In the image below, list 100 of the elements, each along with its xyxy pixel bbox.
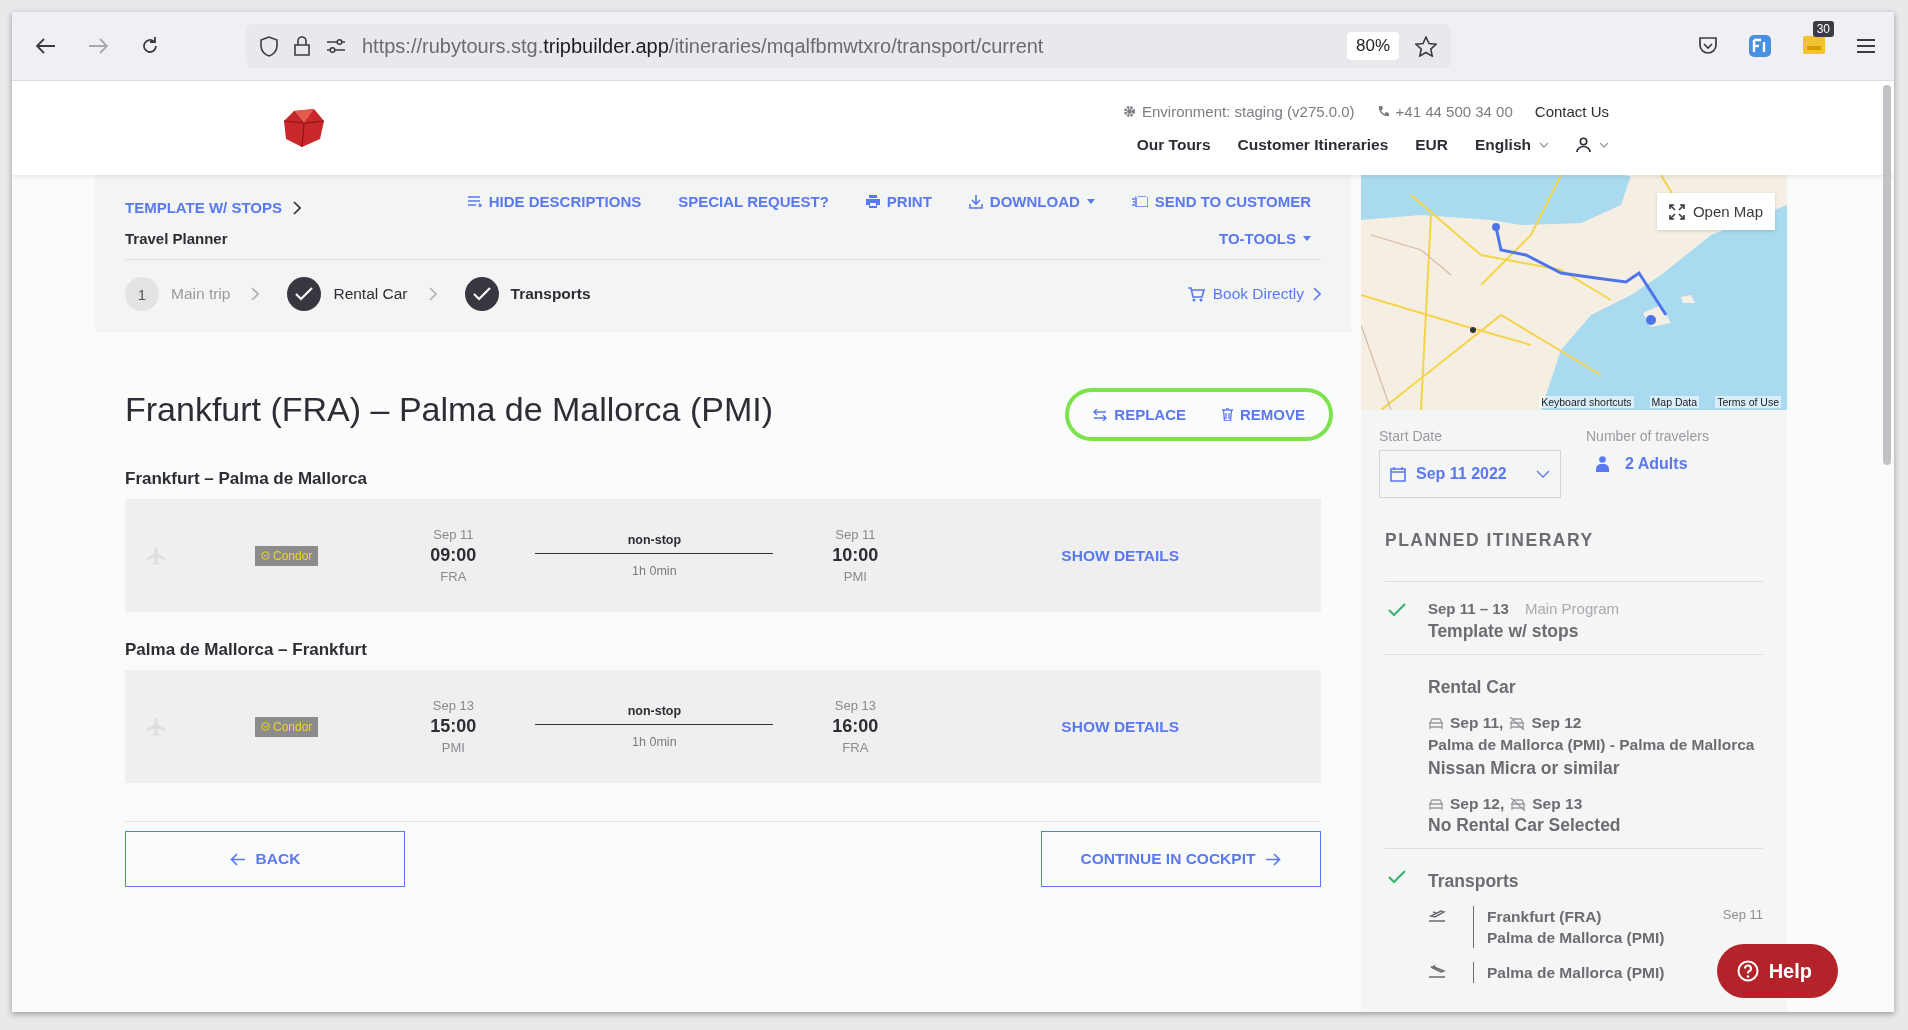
toolbar-button[interactable]: PRINT [865,193,932,210]
url-text: https://rubytours.stg.tripbuilder.app/itineraries/mqalfbmwtxro/transport/current [362,34,1045,58]
swap-icon [1093,408,1108,421]
nav-link[interactable]: Our Tours [1136,135,1211,154]
extension-icon[interactable] [1802,33,1826,55]
landing-icon [1428,964,1446,978]
wizard-step[interactable]: Transports [464,277,591,311]
pocket-icon[interactable] [1698,37,1718,55]
zoom-level[interactable]: 80% [1346,32,1399,60]
departure-airport: PMI [441,740,465,755]
chevron-down-icon [1539,141,1549,148]
departure-airport: FRA [440,569,467,584]
expand-icon [1668,203,1685,220]
check-icon [1387,869,1407,885]
cart-icon [1187,286,1205,302]
check-icon [471,286,492,302]
chevron-icon [250,287,260,301]
show-details-link[interactable]: SHOW DETAILS [1055,545,1186,566]
open-map-button[interactable]: Open Map [1656,193,1775,230]
account-menu[interactable] [1576,137,1609,152]
flight-origin: Frankfurt (FRA) [1487,907,1603,927]
chevron-icon [291,200,301,215]
menu-icon[interactable] [1856,38,1876,54]
stops-label: non-stop [627,704,682,720]
envelope-icon [1131,196,1148,207]
caret-icon [1303,236,1311,241]
scrollbar[interactable] [1883,85,1891,465]
takeoff-icon [1428,908,1446,922]
nav-link[interactable]: Customer Itineraries [1237,135,1389,154]
star-icon[interactable] [1415,35,1437,57]
toolbar-button[interactable]: DOWNLOAD [968,193,1095,210]
departure-time: 09:00 [430,545,477,566]
map-link[interactable]: Map Data [1649,396,1700,408]
book-directly-link[interactable]: Book Directly [1187,285,1321,303]
wizard-step[interactable]: Rental Car [287,277,408,311]
flight-destination: Palma de Mallorca (PMI) [1487,928,1665,948]
download-icon [968,194,983,209]
tools-dropdown[interactable]: TO-TOOLS [1219,230,1311,247]
transport-action-button[interactable]: REPLACE [1093,406,1186,423]
toolbar-button[interactable]: SPECIAL REQUEST? [678,193,829,210]
breadcrumb-link[interactable]: TEMPLATE W/ STOPS [125,199,301,216]
toolbar-button[interactable]: SEND TO CUSTOMER [1131,193,1311,210]
arrival-date: Sep 13 [834,698,876,713]
pickup-date: Sep 11, [1450,714,1504,732]
shield-icon [260,35,278,57]
show-details-link[interactable]: SHOW DETAILS [1055,716,1186,737]
airline-logo: Condor [255,716,319,737]
continue-button[interactable]: CONTINUE IN COCKPIT [1041,831,1321,887]
itinerary-heading: PLANNED ITINERARY [1385,530,1763,582]
rental-route: Palma de Mallorca (PMI) - Palma de Mallorca [1428,735,1756,755]
help-button[interactable]: Help [1716,944,1838,998]
dropoff-date: Sep 12 [1531,714,1582,732]
chevron-down-icon [1536,470,1550,478]
address-bar[interactable]: https://rubytours.stg.tripbuilder.app/itineraries/mqalfbmwtxro/transport/current 80% [246,24,1451,68]
arrival-airport: PMI [843,569,867,584]
nav-link[interactable]: English [1475,135,1549,154]
chevron-down-icon [1599,141,1609,148]
itinerary-title: Template w/ stops [1428,621,1580,642]
list-icon [467,196,482,207]
environment-label: Environment: staging (v275.0.0) [1122,102,1355,120]
flight-origin: Palma de Mallorca (PMI) [1487,963,1665,983]
wizard-step[interactable]: 1 Main trip [125,277,231,311]
transport-action-button[interactable]: REMOVE [1222,406,1305,423]
segment-title: Palma de Mallorca – Frankfurt [125,640,368,660]
arrival-date: Sep 11 [835,527,876,542]
arrow-left-icon [229,852,246,866]
date-picker[interactable]: Sep 11 2022 [1379,450,1561,498]
arrow-right-icon [1265,852,1282,866]
rental-car-name: No Rental Car Selected [1428,815,1622,836]
ruby-logo[interactable] [284,109,324,147]
contact-link[interactable]: Contact Us [1534,102,1609,120]
field-label: Start Date [1379,428,1444,444]
itinerary-title: Rental Car [1428,677,1517,698]
itinerary-type: Main Program [1524,600,1620,617]
arrival-time: 16:00 [832,716,879,737]
phone-number[interactable]: +41 44 500 34 00 [1376,102,1513,120]
toolbar-button[interactable]: HIDE DESCRIPTIONS [467,193,642,210]
map-link[interactable]: Keyboard shortcuts [1539,396,1634,408]
departure-date: Sep 13 [432,698,474,713]
departure-date: Sep 11 [433,527,474,542]
check-icon [294,286,315,302]
crossed-car-icon [1510,797,1527,811]
arrival-airport: FRA [842,740,869,755]
airline-logo: Condor [255,545,319,566]
transport-title: Frankfurt (FRA) – Palma de Mallorca (PMI) [125,390,774,429]
flight-duration: 1h 0min [632,564,677,578]
dropoff-date: Sep 13 [1532,795,1583,813]
caret-icon [1086,199,1095,204]
map-link[interactable]: Terms of Use [1715,396,1781,408]
pickup-date: Sep 12, [1450,795,1505,813]
itinerary-title: Transports [1428,871,1520,892]
chevron-icon [1312,287,1321,301]
nav-link[interactable]: EUR [1415,135,1448,154]
back-button[interactable]: BACK [125,831,405,887]
phone-icon [1376,104,1390,118]
itinerary-dates: Sep 11 – 13 [1428,600,1509,617]
car-icon [1428,716,1444,730]
crossed-car-icon [1509,716,1526,730]
calendar-icon [1390,466,1406,482]
arrival-time: 10:00 [832,545,879,566]
